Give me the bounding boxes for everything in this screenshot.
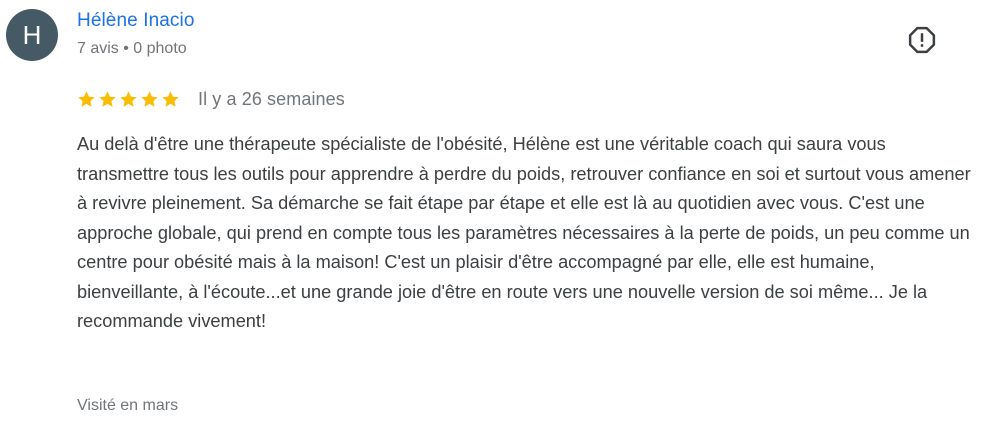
star-icon	[141, 90, 158, 107]
avatar[interactable]: H	[6, 9, 58, 61]
report-review-button[interactable]	[905, 23, 939, 57]
visited-date: Visité en mars	[77, 397, 179, 414]
review-card: H Hélène Inacio 7 avis • 0 photo Il y a …	[0, 0, 994, 439]
star-icon	[120, 90, 137, 107]
review-text: Au delà d'être une thérapeute spécialist…	[77, 134, 971, 331]
author-name-link[interactable]: Hélène Inacio	[77, 10, 195, 32]
star-icon	[162, 90, 179, 107]
review-date: Il y a 26 semaines	[198, 88, 345, 109]
report-flag-icon	[908, 26, 936, 54]
star-icon	[99, 90, 116, 107]
avatar-initial: H	[22, 19, 42, 50]
author-meta: 7 avis • 0 photo	[77, 40, 187, 57]
star-icon	[78, 90, 95, 107]
rating-row: Il y a 26 semaines	[77, 87, 345, 111]
star-rating	[77, 90, 180, 109]
